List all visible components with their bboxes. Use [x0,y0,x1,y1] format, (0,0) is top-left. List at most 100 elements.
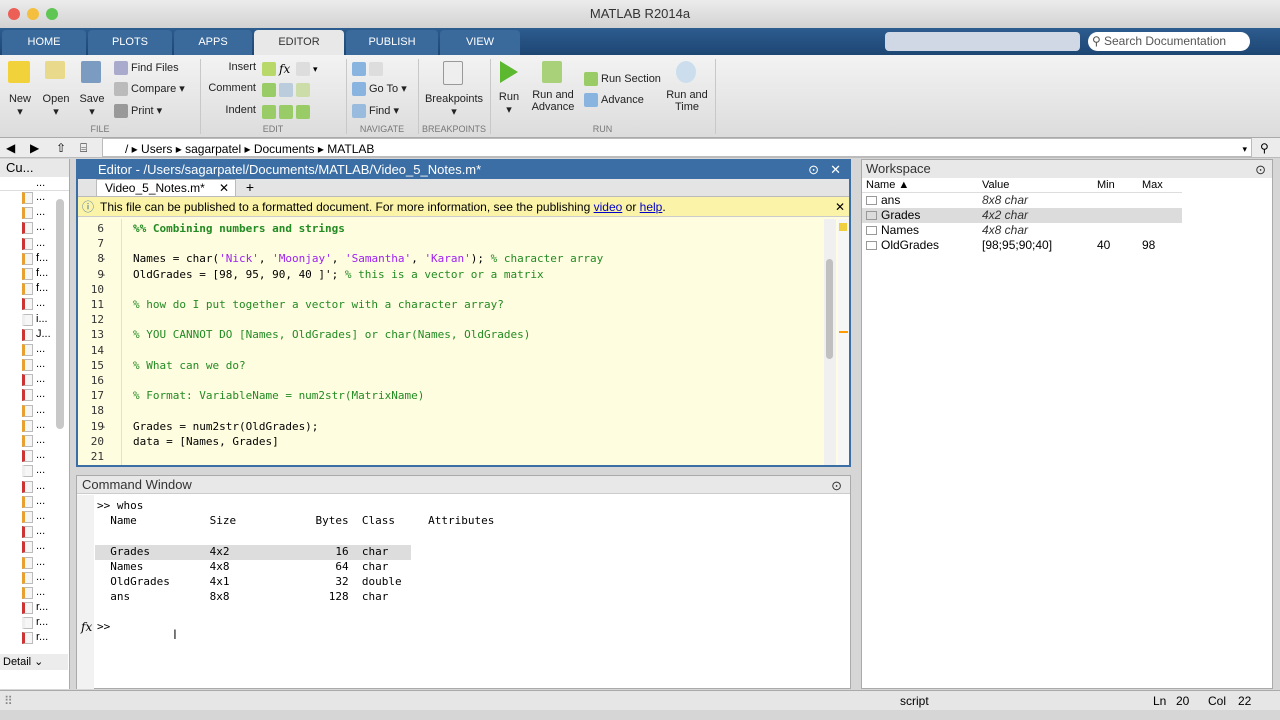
tab-plots[interactable]: PLOTS [88,30,172,55]
column-max[interactable]: Max [1142,178,1163,193]
insert-text-icon[interactable] [296,61,310,76]
path-segment[interactable]: Documents [254,142,315,156]
smart-indent-icon[interactable] [262,104,276,119]
wrap-comments-icon[interactable] [296,82,310,97]
run-section-button[interactable]: Run Section [584,72,661,86]
breakpoints-button[interactable]: Breakpoints ▾ [420,61,488,118]
column-value[interactable]: Value [982,178,1009,193]
save-button[interactable]: Save ▾ [78,61,106,118]
minimize-window-button[interactable] [27,8,39,20]
zoom-window-button[interactable] [46,8,58,20]
run-and-time-button[interactable]: Run and Time [664,61,710,113]
code-line[interactable]: %% Combining numbers and strings [133,221,345,236]
increase-indent-icon[interactable] [279,104,293,119]
search-folder-icon[interactable]: ⚲ [1260,138,1269,158]
file-list-scrollbar[interactable] [56,199,64,429]
back-arrow-icon[interactable] [352,61,366,76]
comment-icon[interactable] [262,82,276,97]
function-browser-icon[interactable]: fx [81,620,92,634]
run-and-advance-button[interactable]: Run and Advance [530,61,576,113]
workspace-variable-row[interactable]: Grades 4x2 char [862,208,1182,223]
find-files-button[interactable]: Find Files [114,61,179,75]
insert-section-icon[interactable] [262,61,276,76]
file-list-item[interactable]: ... [0,510,69,525]
path-segment[interactable]: MATLAB [327,142,374,156]
column-min[interactable]: Min [1097,178,1115,193]
detail-panel-toggle[interactable]: Detail ⌄ [0,654,68,670]
search-documentation-input[interactable]: ⚲ Search Documentation [1088,32,1250,51]
code-line[interactable]: % What can we do? [133,358,246,373]
code-line[interactable]: Grades = num2str(OldGrades); [133,419,318,434]
file-list-item[interactable]: ... [0,464,69,479]
file-list-item[interactable]: ... [0,586,69,601]
code-line[interactable]: OldGrades = [98, 95, 90, 40 ]'; % this i… [133,267,544,282]
tab-editor[interactable]: EDITOR [254,30,344,55]
file-list-item[interactable]: ... [0,434,69,449]
close-editor-icon[interactable]: ✕ [830,161,841,179]
find-button[interactable]: Find ▾ [352,104,399,119]
code-line[interactable]: % YOU CANNOT DO [Names, OldGrades] or ch… [133,327,530,342]
browse-folder-icon[interactable]: ⌸ [80,138,87,158]
path-root[interactable]: / [125,142,128,156]
current-folder-path[interactable]: / ▸ Users ▸ sagarpatel ▸ Documents ▸ MAT… [102,138,1252,157]
quick-access-toolbar[interactable] [885,32,1080,51]
code-line[interactable]: % Format: VariableName = num2str(MatrixN… [133,388,424,403]
tab-view[interactable]: VIEW [440,30,520,55]
up-folder-icon[interactable]: ⇧ [56,138,66,158]
path-dropdown-icon[interactable]: ▾ [1242,139,1247,159]
workspace-variable-row[interactable]: ans 8x8 char [862,193,1182,208]
command-prompt[interactable]: >> [97,619,110,634]
forward-icon[interactable]: ▶ [30,138,39,158]
new-tab-button[interactable]: + [240,179,260,197]
path-segment[interactable]: sagarpatel [185,142,241,156]
close-tab-icon[interactable]: ✕ [219,180,229,196]
advance-button[interactable]: Advance [584,93,644,107]
tab-publish[interactable]: PUBLISH [346,30,438,55]
compare-button[interactable]: Compare ▾ [114,82,185,97]
breakpoint-marker[interactable]: - [100,419,107,434]
run-button[interactable]: Run ▾ [494,61,524,116]
tab-apps[interactable]: APPS [174,30,252,55]
insert-function-icon[interactable]: fx [279,62,293,76]
file-list-item[interactable]: r... [0,616,69,631]
file-list-item[interactable]: ... [0,495,69,510]
file-list-item[interactable]: ... [0,540,69,555]
close-notice-icon[interactable]: ✕ [835,197,845,217]
file-list-item[interactable]: ... [0,480,69,495]
breakpoint-marker[interactable]: - [100,251,107,266]
forward-arrow-icon[interactable] [369,61,383,76]
code-area[interactable]: 6%% Combining numbers and strings 7 8- Name… [78,219,823,465]
breakpoint-marker[interactable]: - [100,267,107,282]
column-name[interactable]: Name ▲ [866,178,909,193]
print-button[interactable]: Print ▾ [114,104,162,119]
workspace-variable-row[interactable]: OldGrades [98;95;90;40] 40 98 [862,238,1182,253]
video-link[interactable]: video [594,200,623,214]
file-list-item[interactable]: ... [0,556,69,571]
code-line[interactable]: % how do I put together a vector with a … [133,297,504,312]
file-list-item[interactable]: r... [0,601,69,616]
file-list-item[interactable]: ... [0,449,69,464]
file-list-item[interactable]: ... [0,571,69,586]
file-list-item[interactable]: ... [0,525,69,540]
new-button[interactable]: New ▾ [6,61,34,118]
workspace-menu-icon[interactable]: ⊙ [1255,161,1266,179]
path-segment[interactable]: Users [141,142,172,156]
code-line[interactable]: data = [Names, Grades] [133,434,279,449]
help-link[interactable]: help [640,200,663,214]
code-line[interactable]: Names = char('Nick', 'Moonjay', 'Samanth… [133,251,603,266]
decrease-indent-icon[interactable] [296,104,310,119]
go-to-button[interactable]: Go To ▾ [352,82,407,97]
workspace-variable-row[interactable]: Names 4x8 char [862,223,1182,238]
file-tab[interactable]: Video_5_Notes.m* ✕ [96,179,236,197]
command-window[interactable]: Command Window ⊙ >> whos Name Size Bytes … [76,475,851,689]
editor-menu-icon[interactable]: ⊙ [808,161,819,179]
name-column-header[interactable]: ... [0,177,69,191]
back-icon[interactable]: ◀ [6,138,15,158]
open-button[interactable]: Open ▾ [42,61,70,118]
close-window-button[interactable] [8,8,20,20]
tab-home[interactable]: HOME [2,30,86,55]
command-window-menu-icon[interactable]: ⊙ [831,477,842,495]
editor-scrollbar[interactable] [824,219,836,465]
file-list-item[interactable]: r... [0,631,69,646]
uncomment-icon[interactable] [279,82,293,97]
